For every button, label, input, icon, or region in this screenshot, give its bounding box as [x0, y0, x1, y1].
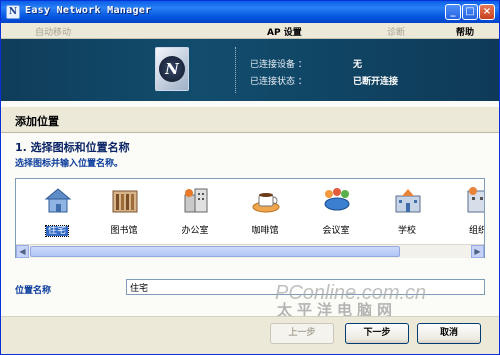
- close-button[interactable]: ×: [479, 4, 495, 20]
- step-subtitle: 选择图标并输入位置名称。: [15, 159, 124, 169]
- location-label-organization: 组织: [468, 226, 484, 236]
- menu-auto-move[interactable]: 自动移动: [35, 25, 71, 38]
- location-item-office[interactable]: 办公室: [169, 183, 221, 243]
- library-icon: [112, 190, 138, 213]
- step-title: 1. 选择图标和位置名称: [15, 141, 130, 154]
- scroll-left-arrow-icon[interactable]: ◀: [16, 245, 29, 258]
- banner-divider: [235, 47, 237, 93]
- logo-letter: N: [159, 56, 185, 82]
- section-header: [1, 107, 499, 133]
- menu-diagnose[interactable]: 诊断: [387, 25, 405, 38]
- location-label-meeting-room: 会议室: [322, 226, 350, 236]
- location-item-cafe[interactable]: 咖啡馆: [239, 183, 291, 243]
- meeting-room-icon: [324, 188, 350, 211]
- coffee-icon: [252, 193, 280, 213]
- location-item-meeting-room[interactable]: 会议室: [310, 183, 362, 243]
- connected-device-value: 无: [353, 60, 363, 70]
- location-item-library[interactable]: 图书馆: [98, 183, 150, 243]
- previous-button[interactable]: 上一步: [270, 323, 334, 344]
- location-label-library: 图书馆: [110, 226, 138, 236]
- school-icon: [395, 189, 421, 213]
- cancel-button[interactable]: 取消: [417, 323, 481, 344]
- location-item-home[interactable]: 住宅: [31, 183, 83, 243]
- status-banner: [1, 39, 499, 101]
- location-label-cafe: 咖啡馆: [251, 226, 279, 236]
- minimize-button[interactable]: _: [445, 4, 461, 20]
- main-window: N Easy Network Manager _ □ × 自动移动 AP 设置 …: [0, 0, 500, 355]
- menu-ap-settings[interactable]: AP 设置: [267, 25, 302, 38]
- app-logo: N: [155, 47, 189, 91]
- connection-status-label: 已连接状态 ：: [250, 77, 307, 87]
- window-title: Easy Network Manager: [25, 5, 152, 16]
- maximize-button[interactable]: □: [462, 4, 478, 20]
- app-icon: N: [6, 5, 20, 19]
- title-bar[interactable]: N Easy Network Manager _ □ ×: [1, 1, 499, 23]
- office-icon: [184, 188, 208, 213]
- icon-list-scrollbar[interactable]: ◀ ▶: [16, 244, 484, 258]
- connected-device-label: 已连接设备 ：: [250, 60, 307, 70]
- scroll-right-arrow-icon[interactable]: ▶: [471, 245, 484, 258]
- location-label-office: 办公室: [181, 226, 209, 236]
- connection-status-value: 已断开连接: [353, 77, 399, 87]
- location-item-school[interactable]: 学校: [381, 183, 433, 243]
- menu-bar: 自动移动 AP 设置 诊断 帮助: [1, 23, 499, 39]
- location-label-home: 住宅: [44, 225, 70, 237]
- organization-icon: [467, 187, 484, 213]
- house-icon: [44, 188, 72, 213]
- location-item-organization[interactable]: 组织: [452, 183, 484, 243]
- location-label-school: 学校: [397, 226, 416, 236]
- scroll-thumb[interactable]: [30, 246, 400, 257]
- section-title: 添加位置: [15, 115, 59, 128]
- next-button[interactable]: 下一步: [345, 323, 409, 344]
- menu-help[interactable]: 帮助: [456, 25, 474, 38]
- location-name-label: 位置名称: [15, 286, 52, 296]
